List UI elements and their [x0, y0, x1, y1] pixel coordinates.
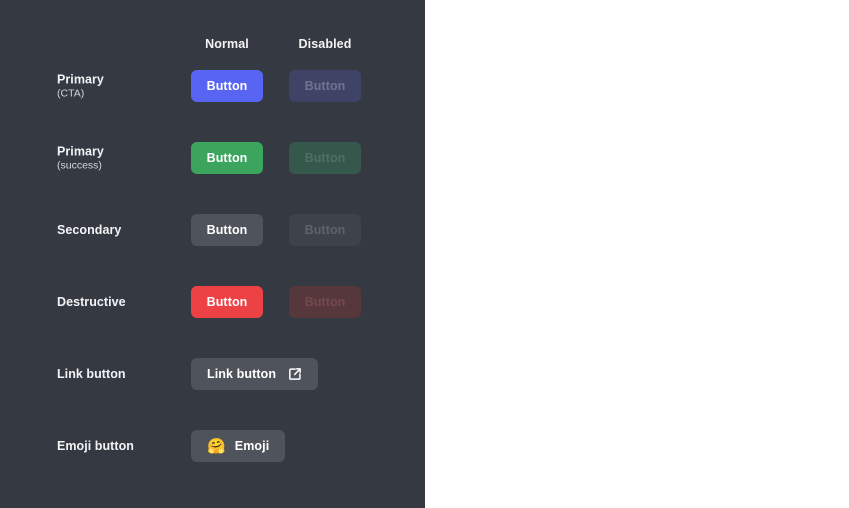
button-label: Button: [304, 151, 346, 165]
button-row: Destructive Button Button: [0, 286, 425, 318]
button-showcase: Normal Disabled Primary (CTA) Button Button Pr…: [0, 0, 849, 508]
button-row: DestructiveButtonButton: [425, 286, 849, 318]
button-label: Button: [206, 295, 248, 309]
button-label: Button: [206, 151, 248, 165]
emoji-button-row: Emoji button 🤗 Emoji: [0, 430, 425, 462]
emoji-button[interactable]: 🤗 Emoji: [191, 430, 286, 462]
emoji-button-row: Emoji button🤗Emoji: [425, 430, 849, 462]
row-label: Secondary: [57, 223, 121, 237]
row-label: Link button: [57, 367, 126, 381]
emoji-button-label: Emoji: [234, 439, 270, 453]
row-label-title: Primary: [57, 72, 104, 87]
button-destructive-normal[interactable]: Button: [191, 286, 263, 318]
button-label: Button: [206, 79, 248, 93]
link-button[interactable]: Link button: [191, 358, 319, 390]
button-row: Secondary Button Button: [0, 214, 425, 246]
button-row: Primary(success) Button Button: [0, 142, 425, 174]
row-label-subtitle: (success): [57, 159, 102, 172]
external-link-icon: [288, 367, 302, 381]
column-header-disabled: Disabled: [298, 37, 352, 51]
panel-dark-theme: Normal Disabled Primary (CTA) Button Button Pr…: [0, 0, 425, 508]
button-row: Primary(CTA)ButtonButton: [425, 70, 849, 102]
button-primary-normal[interactable]: Button: [191, 70, 263, 102]
link-button-row: Link buttonLink button: [425, 358, 849, 390]
row-label: Emoji button: [57, 439, 134, 453]
row-label-title: Destructive: [57, 294, 126, 309]
button-secondary-disabled: Button: [289, 214, 361, 246]
button-label: Button: [206, 223, 248, 237]
link-button-label: Link button: [207, 367, 277, 381]
row-label-title: Emoji button: [57, 438, 134, 453]
button-row: Primary(CTA) Button Button: [0, 70, 425, 102]
button-primary-normal[interactable]: Button: [191, 142, 263, 174]
link-button-row: Link button Link button: [0, 358, 425, 390]
button-label: Button: [304, 295, 346, 309]
row-label-subtitle: (CTA): [57, 87, 85, 100]
button-primary-disabled: Button: [289, 142, 361, 174]
button-label: Button: [304, 223, 346, 237]
row-label: Primary (CTA): [57, 72, 104, 99]
button-row: SecondaryButtonButton: [425, 214, 849, 246]
row-label-title: Primary: [57, 144, 104, 159]
button-primary-disabled: Button: [289, 70, 361, 102]
button-secondary-normal[interactable]: Button: [191, 214, 263, 246]
column-header-normal: Normal: [205, 37, 249, 51]
button-row: Primary(success)ButtonButton: [425, 142, 849, 174]
panel-light-theme: NormalDisabledPrimary(CTA)ButtonButtonPr…: [424, 0, 849, 508]
button-destructive-disabled: Button: [289, 286, 361, 318]
row-label: Destructive: [57, 295, 126, 309]
row-label: Primary (success): [57, 144, 104, 171]
row-label-title: Link button: [57, 366, 126, 381]
button-label: Button: [304, 79, 346, 93]
hugging-face-emoji-icon: 🤗: [207, 437, 226, 455]
row-label-title: Secondary: [57, 222, 122, 237]
